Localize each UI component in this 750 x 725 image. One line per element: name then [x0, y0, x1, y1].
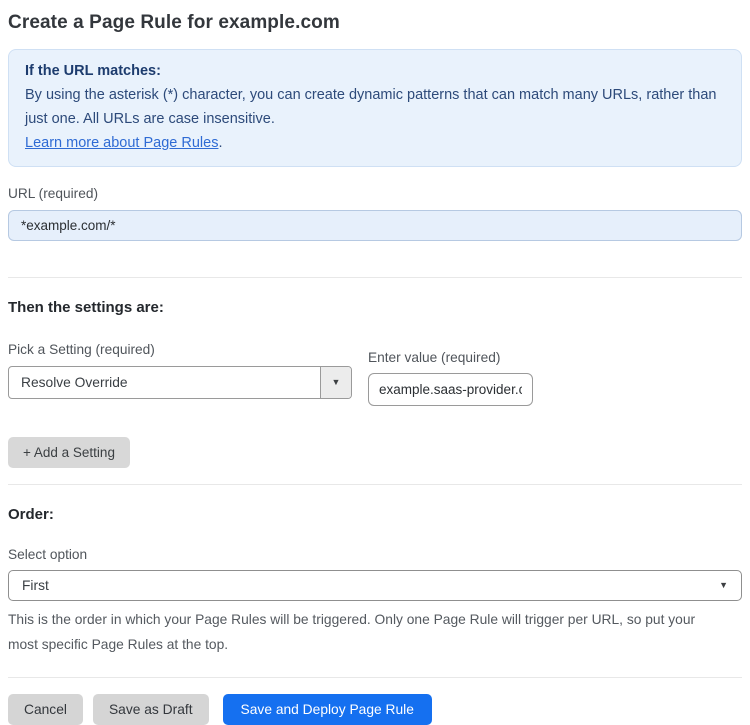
setting-value-label: Enter value (required): [368, 350, 501, 365]
divider: [8, 277, 742, 278]
url-field-label: URL (required): [8, 186, 99, 201]
setting-picker-label: Pick a Setting (required): [8, 342, 155, 357]
setting-dropdown-value: Resolve Override: [21, 375, 128, 390]
order-section-heading: Order:: [8, 506, 54, 523]
order-help-text: This is the order in which your Page Rul…: [8, 612, 696, 652]
order-select[interactable]: First ▼: [8, 570, 742, 601]
info-box-heading: If the URL matches:: [25, 63, 161, 79]
learn-more-link[interactable]: Learn more about Page Rules: [25, 135, 218, 151]
url-match-info-box: If the URL matches: By using the asteris…: [8, 49, 742, 167]
info-box-link-line: Learn more about Page Rules.: [25, 131, 725, 155]
settings-section-heading: Then the settings are:: [8, 299, 164, 316]
setting-picker-column: Pick a Setting (required) Resolve Overri…: [8, 316, 352, 399]
settings-row: Pick a Setting (required) Resolve Overri…: [8, 316, 742, 406]
cancel-button[interactable]: Cancel: [8, 694, 83, 725]
caret-down-icon: ▼: [719, 580, 728, 590]
footer-actions: Cancel Save as Draft Save and Deploy Pag…: [8, 694, 742, 725]
setting-value-input[interactable]: [368, 373, 533, 406]
order-select-label: Select option: [8, 547, 88, 562]
caret-down-icon: ▼: [331, 377, 341, 387]
url-input[interactable]: [8, 210, 742, 241]
order-select-value: First: [22, 578, 49, 593]
save-and-deploy-button[interactable]: Save and Deploy Page Rule: [222, 694, 432, 725]
setting-dropdown-caret-button[interactable]: ▼: [320, 367, 351, 398]
setting-value-column: Enter value (required): [368, 324, 533, 406]
divider: [8, 677, 742, 678]
link-period: .: [218, 135, 223, 151]
page-title: Create a Page Rule for example.com: [8, 12, 340, 33]
save-as-draft-button[interactable]: Save as Draft: [92, 694, 209, 725]
setting-dropdown[interactable]: Resolve Override ▼: [8, 366, 352, 399]
divider: [8, 484, 742, 485]
add-setting-button[interactable]: + Add a Setting: [8, 437, 130, 468]
info-box-body: By using the asterisk (*) character, you…: [25, 87, 717, 127]
